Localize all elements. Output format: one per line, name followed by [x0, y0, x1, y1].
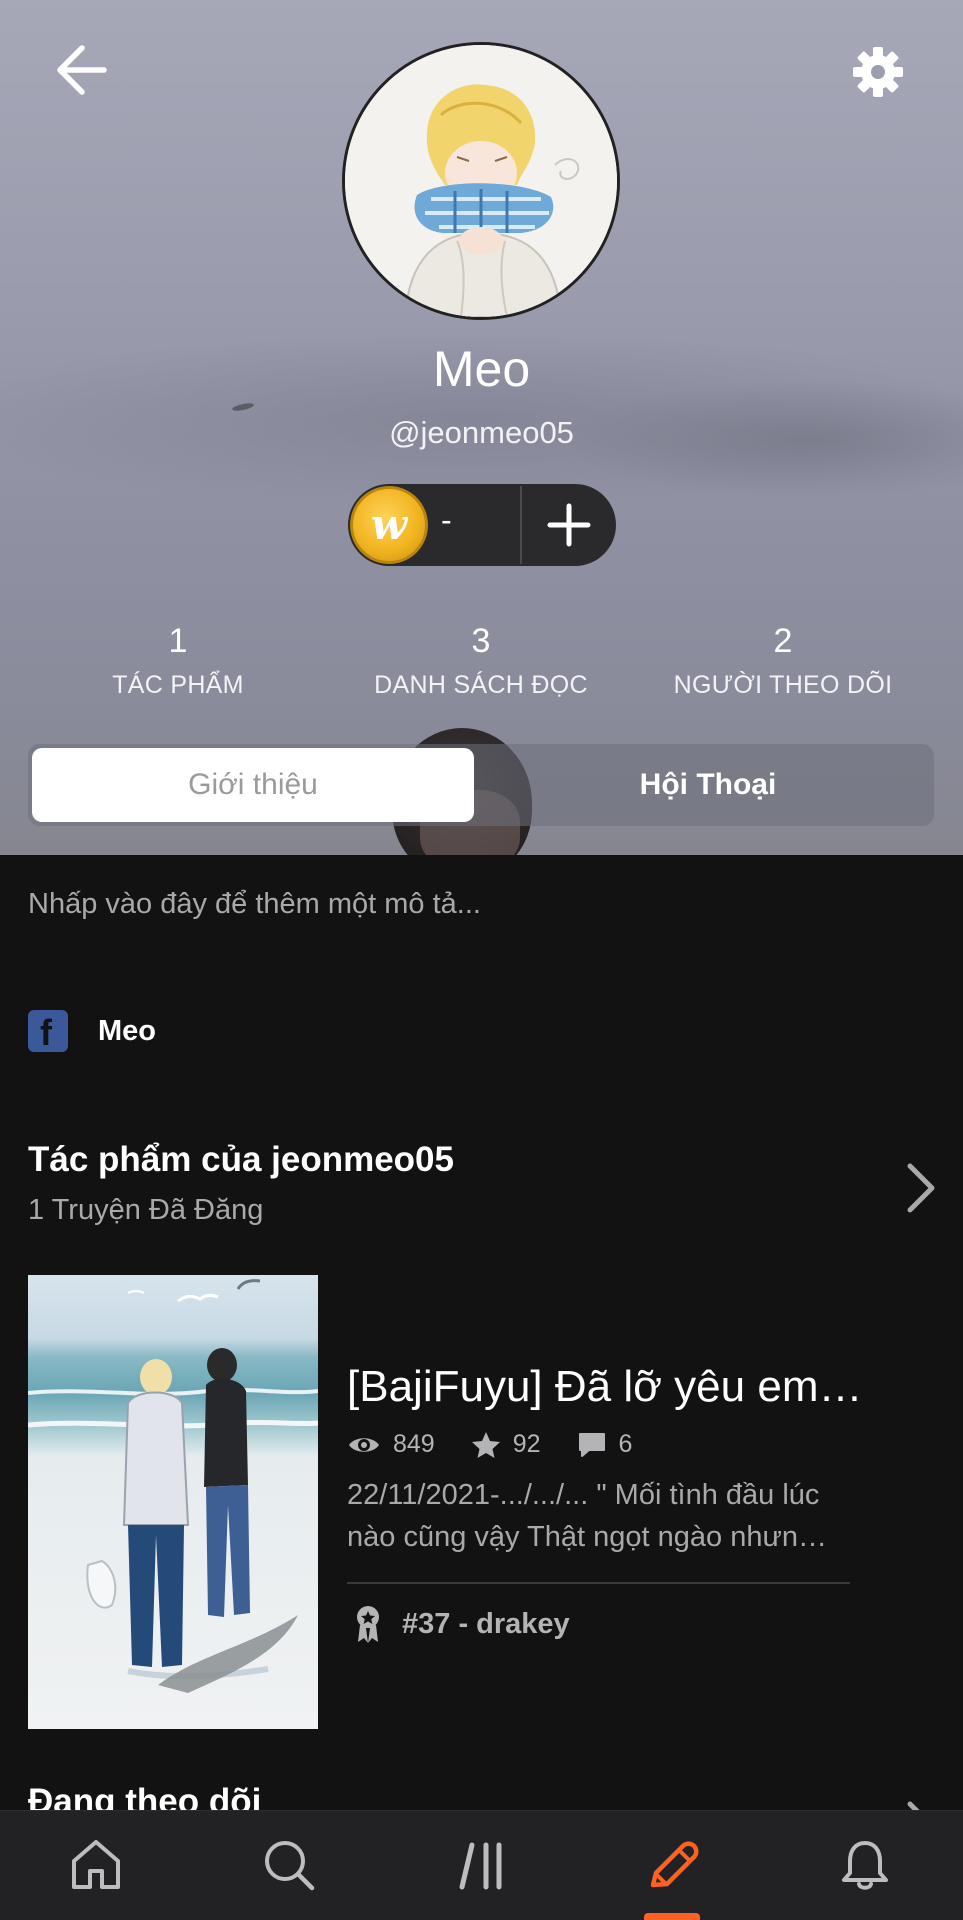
story-rank[interactable]: #37 - drakey [354, 1604, 570, 1644]
settings-button[interactable] [848, 42, 908, 102]
home-icon [72, 1840, 120, 1889]
eye-icon [349, 1437, 379, 1452]
username: @jeonmeo05 [389, 415, 574, 450]
library-icon [459, 1842, 502, 1890]
star-icon [471, 1431, 500, 1458]
stat-value: 1 [168, 622, 188, 660]
add-coins-button[interactable] [534, 490, 604, 560]
facebook-name: Meo [98, 1014, 156, 1047]
story-title[interactable]: [BajiFuyu] Đã lỡ yêu em… [347, 1362, 867, 1412]
description-placeholder[interactable]: Nhấp vào đây để thêm một mô tả... [28, 888, 481, 921]
gear-icon [853, 47, 903, 97]
votes-count: 92 [512, 1430, 541, 1458]
stat-label: NGƯỜI THEO DÕI [673, 671, 893, 699]
arrow-left-icon [57, 45, 107, 95]
bottom-navigation [0, 1810, 963, 1920]
coin-divider [520, 486, 522, 564]
story-description-line: nào cũng vậy Thật ngọt ngào nhưn… [347, 1521, 828, 1553]
reads-count: 849 [393, 1430, 435, 1458]
stat-followers[interactable]: 2 NGƯỜI THEO DÕI [633, 622, 933, 700]
stat-works[interactable]: 1 TÁC PHẨM [28, 622, 328, 700]
nav-active-indicator [644, 1913, 700, 1920]
coin-balance[interactable]: w - [348, 484, 616, 566]
stat-label: DANH SÁCH ĐỌC [374, 671, 588, 699]
profile-tabs: Giới thiệu Hội Thoại [28, 744, 934, 826]
bell-icon [842, 1841, 888, 1890]
plus-icon [547, 503, 591, 547]
story-description[interactable]: 22/11/2021-.../.../... " Mối tình đầu lú… [347, 1474, 852, 1558]
stat-value: 2 [773, 622, 793, 660]
nav-home[interactable] [56, 1829, 136, 1901]
reads-metric: 849 [347, 1430, 435, 1459]
award-ribbon-icon [357, 1606, 379, 1643]
profile-header: Meo @jeonmeo05 w - 1 TÁC PHẨM 3 DANH SÁC… [0, 0, 963, 855]
stat-value: 3 [471, 622, 491, 660]
nav-search[interactable] [249, 1829, 329, 1901]
story-cover[interactable] [28, 1275, 318, 1729]
coin-value: - [441, 502, 452, 538]
search-icon [265, 1841, 315, 1891]
nav-library[interactable] [442, 1829, 522, 1901]
tab-about[interactable]: Giới thiệu [32, 748, 474, 822]
tab-conversations[interactable]: Hội Thoại [486, 748, 930, 822]
works-section-title[interactable]: Tác phẩm của jeonmeo05 [28, 1140, 454, 1180]
story-description-line: 22/11/2021-.../.../... " Mối tình đầu lú… [347, 1479, 820, 1511]
comments-metric: 6 [577, 1430, 633, 1459]
works-see-all-button[interactable] [900, 1160, 940, 1216]
stat-reading-lists[interactable]: 3 DANH SÁCH ĐỌC [331, 622, 631, 700]
chevron-right-icon [907, 1163, 935, 1213]
coin-icon: w [350, 486, 428, 564]
story-cover-illustration [28, 1279, 318, 1693]
story-divider [347, 1582, 850, 1584]
avatar[interactable] [342, 42, 620, 320]
story-metrics: 849 92 6 [347, 1430, 668, 1459]
facebook-link[interactable]: f Meo [28, 1010, 156, 1053]
nav-write[interactable] [633, 1829, 713, 1901]
story-rank-text: #37 - drakey [402, 1607, 570, 1640]
write-icon [650, 1841, 699, 1888]
facebook-icon: f [28, 1010, 68, 1053]
display-name: Meo [432, 341, 531, 397]
coin-letter: w [370, 500, 408, 549]
avatar-illustration [345, 45, 617, 317]
back-button[interactable] [52, 40, 112, 100]
comment-icon [578, 1432, 605, 1457]
works-section-subtitle: 1 Truyện Đã Đăng [28, 1194, 264, 1226]
nav-notifications[interactable] [825, 1829, 905, 1901]
comments-count: 6 [618, 1430, 633, 1458]
votes-metric: 92 [471, 1430, 541, 1459]
stat-label: TÁC PHẨM [112, 671, 244, 699]
